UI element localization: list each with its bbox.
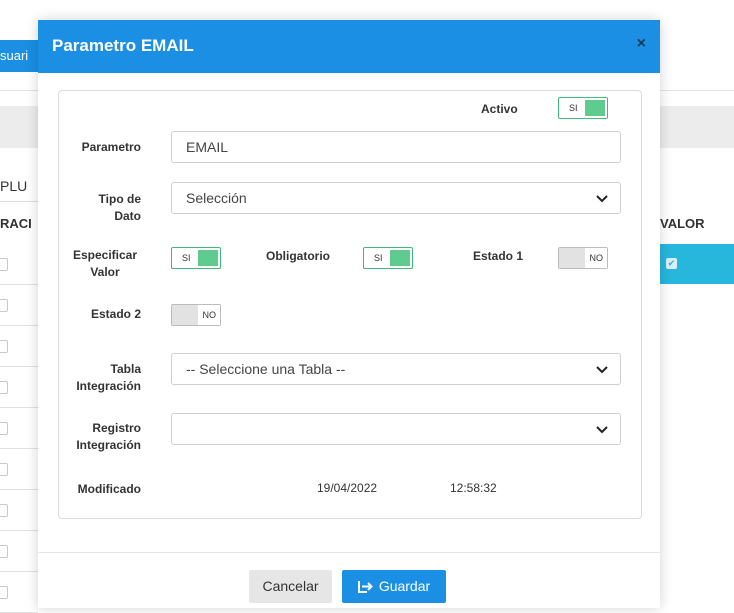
cancel-button[interactable]: Cancelar — [249, 570, 332, 603]
checkbox[interactable] — [0, 340, 8, 353]
save-button[interactable]: Guardar — [342, 570, 446, 603]
table-row[interactable] — [0, 244, 38, 285]
background-filter-text: PLU — [0, 171, 38, 202]
registro-label-line1: Registro — [92, 421, 141, 435]
table-row[interactable] — [0, 326, 38, 367]
toggle-knob — [585, 100, 605, 116]
table-row[interactable] — [0, 408, 38, 449]
form-panel: Activo SI Parametro EMAIL Tipo de Dato S… — [58, 90, 642, 519]
estado2-label: Estado 2 — [90, 307, 141, 321]
checkbox[interactable] — [0, 586, 8, 599]
toggle-state-text: SI — [569, 103, 578, 113]
toggle-knob — [172, 305, 198, 325]
especificar-valor-toggle[interactable]: SI — [171, 247, 221, 269]
tabla-integracion-value: -- Seleccione una Tabla -- — [186, 361, 346, 377]
checkbox[interactable] — [0, 299, 8, 312]
table-row[interactable] — [0, 531, 38, 572]
save-button-label: Guardar — [378, 578, 431, 594]
background-selected-cell[interactable]: ✔ — [660, 244, 734, 284]
tipo-dato-label: Tipo de Dato — [69, 191, 141, 225]
tipo-dato-label-line1: Tipo de — [98, 192, 141, 206]
toggle-state-text: SI — [182, 253, 191, 263]
checkbox[interactable] — [0, 463, 8, 476]
especificar-label-line1: Especificar — [72, 248, 138, 262]
footer-divider — [38, 552, 660, 553]
tipo-dato-label-line2: Dato — [114, 209, 141, 223]
modificado-label: Modificado — [77, 482, 141, 496]
checkbox[interactable] — [0, 258, 8, 271]
registro-label-line2: Integración — [76, 438, 141, 452]
checkbox[interactable] — [0, 545, 8, 558]
close-icon[interactable]: × — [637, 35, 646, 53]
chevron-down-icon — [596, 426, 608, 434]
save-arrow-icon — [357, 580, 373, 593]
parametro-input[interactable]: EMAIL — [171, 131, 621, 163]
toggle-text-area: NO — [585, 248, 607, 268]
chevron-down-icon — [596, 366, 608, 374]
tabla-label-line1: Tabla — [110, 362, 141, 376]
table-row[interactable] — [0, 367, 38, 408]
parametro-modal: Parametro EMAIL × Activo SI Parametro EM… — [38, 20, 660, 608]
background-tab[interactable]: suari — [0, 40, 38, 72]
toggle-text-area: NO — [198, 305, 220, 325]
tabla-integracion-label: Tabla Integración — [69, 361, 141, 395]
obligatorio-label: Obligatorio — [266, 249, 330, 263]
tabla-label-line2: Integración — [76, 379, 141, 393]
background-column-header: RACI — [0, 216, 32, 231]
toggle-knob — [559, 248, 585, 268]
modificado-date: 19/04/2022 — [317, 481, 378, 495]
background-column-header-valor: VALOR — [660, 216, 705, 231]
especificar-valor-label: Especificar Valor — [69, 247, 141, 281]
modal-title: Parametro EMAIL — [52, 36, 194, 55]
modificado-time: 12:58:32 — [450, 481, 497, 495]
toggle-state-text: SI — [374, 253, 383, 263]
background-tab-label: suari — [0, 48, 29, 63]
parametro-label: Parametro — [81, 140, 141, 154]
estado1-toggle[interactable]: NO — [558, 247, 608, 269]
table-row[interactable] — [0, 572, 38, 613]
table-row[interactable] — [0, 490, 38, 531]
tipo-dato-value: Selección — [186, 190, 247, 206]
table-row[interactable] — [0, 285, 38, 326]
table-row[interactable] — [0, 449, 38, 490]
toggle-knob — [390, 250, 410, 266]
toggle-state-text: NO — [202, 310, 217, 320]
toggle-knob — [198, 250, 218, 266]
registro-integracion-label: Registro Integración — [69, 420, 141, 454]
obligatorio-toggle[interactable]: SI — [363, 247, 413, 269]
checkbox-checked-icon[interactable]: ✔ — [666, 258, 677, 269]
chevron-down-icon — [596, 195, 608, 203]
activo-label: Activo — [481, 102, 518, 116]
toggle-state-text: NO — [589, 253, 604, 263]
tipo-dato-select[interactable]: Selección — [171, 182, 621, 214]
checkbox[interactable] — [0, 381, 8, 394]
modal-header: Parametro EMAIL × — [38, 20, 660, 73]
checkbox[interactable] — [0, 422, 8, 435]
checkbox[interactable] — [0, 504, 8, 517]
tabla-integracion-select[interactable]: -- Seleccione una Tabla -- — [171, 353, 621, 385]
estado1-label: Estado 1 — [473, 249, 524, 263]
activo-toggle[interactable]: SI — [558, 97, 608, 119]
especificar-label-line2: Valor — [90, 265, 120, 279]
estado2-toggle[interactable]: NO — [171, 304, 221, 326]
registro-integracion-select[interactable] — [171, 413, 621, 445]
